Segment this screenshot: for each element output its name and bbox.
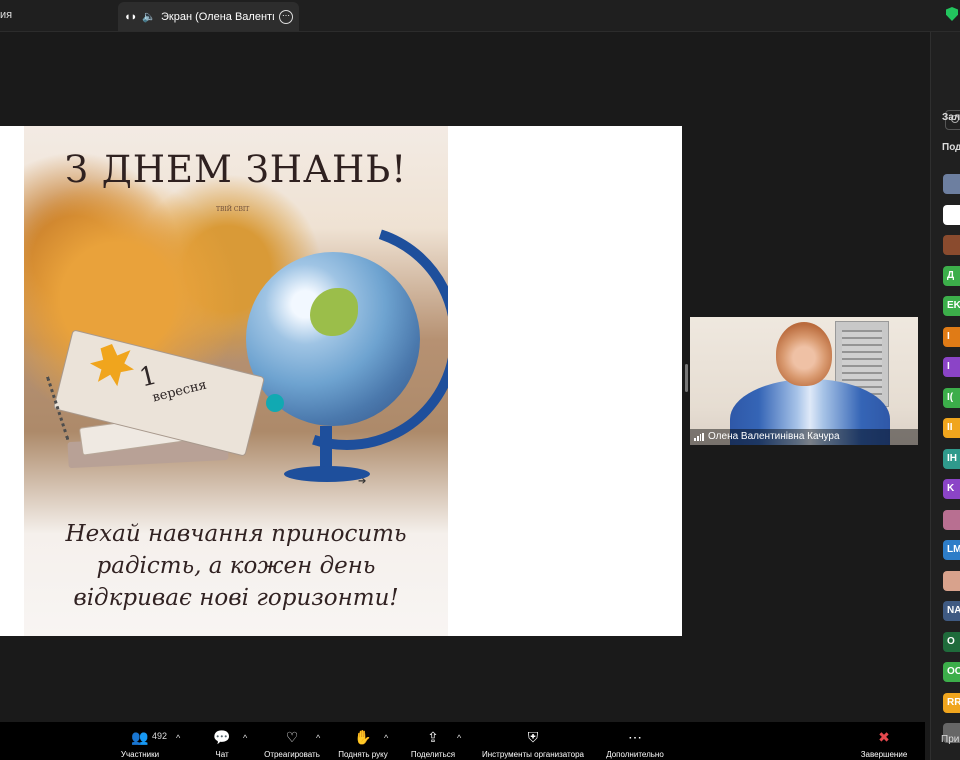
- panel-room-label: Зал: [942, 112, 960, 123]
- participant-avatar[interactable]: EK: [943, 296, 960, 316]
- participant-avatar[interactable]: II: [943, 418, 960, 438]
- poster-slogan: Нехай навчання приносить радість, а коже…: [24, 518, 448, 614]
- slogan-line-1: Нехай навчання приносить: [65, 521, 407, 547]
- participants-label: Участники: [120, 750, 160, 759]
- participant-avatar[interactable]: NA: [943, 601, 960, 621]
- signal-bars-icon: [694, 433, 704, 441]
- raise-hand-label: Поднять руку: [338, 750, 388, 759]
- raise-hand-caret-icon[interactable]: ^: [384, 733, 388, 743]
- tab-left-label: ия: [0, 9, 13, 21]
- participants-button[interactable]: 👥 492 Участники: [112, 722, 168, 760]
- participant-avatar[interactable]: [943, 204, 960, 225]
- share-button[interactable]: ⇪ Поделиться: [405, 722, 461, 760]
- speaker-icon: 🔈: [142, 11, 156, 23]
- participant-avatar[interactable]: O: [943, 631, 960, 652]
- tab-active-screen-share[interactable]: ◖◗ 🔈 Экран (Олена Валентинівна ⋯: [118, 2, 299, 31]
- participant-avatar[interactable]: I: [943, 357, 960, 377]
- participant-avatar[interactable]: LM: [943, 540, 960, 560]
- participant-avatar[interactable]: I: [943, 326, 960, 347]
- participant-name: Олена Валентинівна Качура: [708, 431, 840, 442]
- participant-avatar[interactable]: IH: [943, 448, 960, 469]
- shield-check-icon: ⛨: [527, 729, 539, 745]
- window-tab-bar: ия ◖◗ 🔈 Экран (Олена Валентинівна ⋯: [0, 0, 960, 32]
- participants-icon: 👥: [131, 729, 149, 745]
- poster-logo: ТВІЙ СВІТ: [216, 206, 250, 213]
- participant-avatar[interactable]: [943, 509, 960, 530]
- participant-video-tile[interactable]: Олена Валентинівна Качура: [690, 317, 918, 445]
- participants-panel: Зал Под Д EK II I( II IH K LM NA O OC RR При: [930, 32, 960, 760]
- more-options-icon[interactable]: ⋯: [279, 9, 293, 24]
- chat-button[interactable]: 💬 Чат: [205, 722, 239, 760]
- hand-icon: ✋: [354, 729, 372, 745]
- participant-name-bar: Олена Валентинівна Качура: [690, 429, 918, 445]
- share-caret-icon[interactable]: ^: [457, 733, 461, 743]
- pointer-dot: [266, 394, 284, 412]
- participant-avatar[interactable]: OC: [943, 662, 960, 682]
- chat-label: Чат: [215, 750, 229, 759]
- more-dots-icon: ⋯: [628, 729, 642, 745]
- tab-active-label: Экран (Олена Валентинівна: [161, 10, 274, 23]
- participant-avatar[interactable]: K: [943, 479, 960, 499]
- more-label: Дополнительно: [606, 750, 664, 759]
- poster-title: З ДНЕМ ЗНАНЬ!: [64, 148, 408, 191]
- participants-caret-icon[interactable]: ^: [176, 733, 180, 743]
- share-screen-icon: ⇪: [427, 729, 439, 745]
- participant-avatar[interactable]: [943, 174, 960, 194]
- slogan-line-3: відкриває нові горизонти!: [73, 585, 399, 611]
- host-tools-label: Инструменты организатора: [482, 750, 584, 759]
- participant-head: [776, 322, 832, 386]
- participant-avatar[interactable]: RR: [943, 692, 960, 713]
- react-label: Отреагировать: [264, 750, 320, 759]
- close-icon: ✖: [878, 729, 890, 745]
- participant-avatar[interactable]: I(: [943, 387, 960, 408]
- end-label: Завершение: [860, 750, 908, 759]
- react-caret-icon[interactable]: ^: [316, 733, 320, 743]
- chat-icon: 💬: [213, 729, 231, 745]
- participant-avatar[interactable]: Д: [943, 265, 960, 286]
- panel-bottom-label[interactable]: При: [941, 734, 959, 745]
- participants-count: 492: [152, 731, 168, 741]
- slogan-line-2: радість, а кожен день: [96, 553, 376, 579]
- participant-avatar[interactable]: [943, 570, 960, 591]
- more-button[interactable]: ⋯ Дополнительно: [602, 722, 668, 760]
- panel-participants-label: Под: [942, 142, 960, 153]
- tab-left[interactable]: ия: [0, 0, 115, 31]
- participant-avatar[interactable]: [943, 235, 960, 255]
- heart-icon: ♡: [285, 729, 299, 745]
- shared-screen: З ДНЕМ ЗНАНЬ! ТВІЙ СВІТ 1 вересня ➔ Неха…: [0, 126, 682, 636]
- chat-caret-icon[interactable]: ^: [243, 733, 247, 743]
- shield-icon: [946, 7, 958, 21]
- meeting-toolbar: 👥 492 Участники ^ 💬 Чат ^ ♡ Отреагироват…: [0, 722, 925, 760]
- host-tools-button[interactable]: ⛨ Инструменты организатора: [475, 722, 591, 760]
- share-label: Поделиться: [410, 750, 456, 759]
- cursor-icon: ➔: [358, 476, 367, 487]
- resize-handle[interactable]: [685, 364, 688, 392]
- poster-image: З ДНЕМ ЗНАНЬ! ТВІЙ СВІТ 1 вересня ➔ Неха…: [24, 126, 448, 636]
- end-button[interactable]: ✖ Завершение: [857, 722, 911, 760]
- earbuds-icon: ◖◗: [124, 10, 138, 23]
